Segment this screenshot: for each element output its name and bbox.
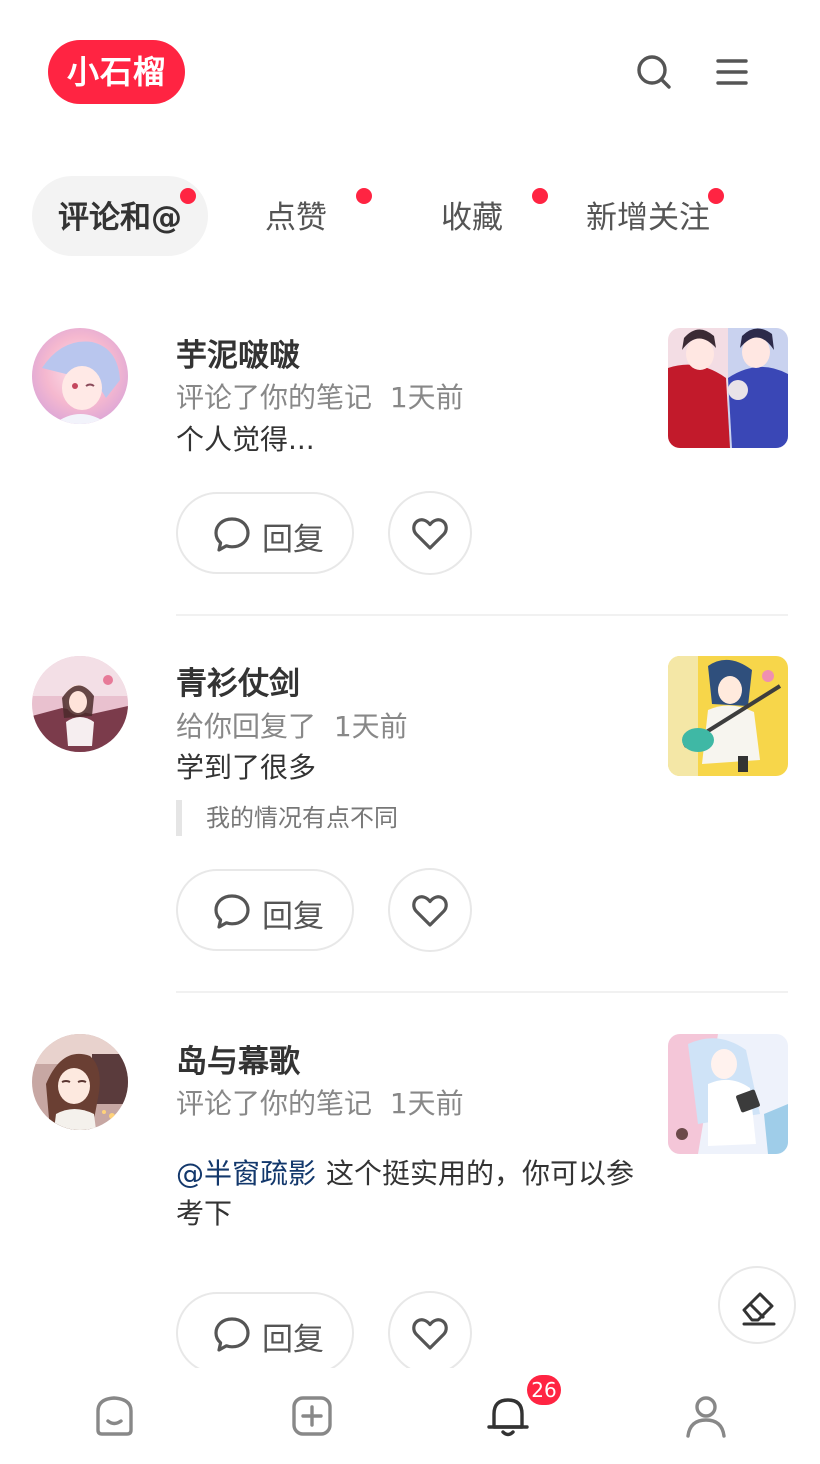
eraser-icon (742, 1292, 776, 1326)
clear-all-button[interactable] (718, 1266, 796, 1344)
bottom-nav (0, 1368, 820, 1464)
comment-icon (214, 517, 250, 552)
username[interactable]: 青衫仗剑 (176, 658, 300, 703)
tab-label: 点赞 (265, 200, 327, 236)
like-button[interactable] (388, 491, 472, 575)
reply-button[interactable]: 回复 (176, 869, 354, 951)
search-icon[interactable] (632, 50, 676, 94)
note-thumbnail[interactable] (668, 656, 788, 776)
comment-icon (214, 894, 250, 929)
notification-meta: 给你回复了 1天前 (176, 705, 408, 745)
tab-label: 收藏 (441, 200, 503, 236)
tab-label: 新增关注 (586, 200, 710, 236)
note-thumbnail[interactable] (668, 1034, 788, 1154)
home-icon[interactable] (93, 1394, 137, 1438)
menu-icon[interactable] (710, 50, 754, 94)
unread-dot (532, 188, 548, 204)
comment-text: @半窗疏影 这个挺实用的，你可以参考下 (176, 1154, 646, 1234)
notification-count-badge: 26 (527, 1375, 561, 1405)
avatar[interactable] (32, 656, 128, 752)
heart-icon (412, 518, 448, 550)
comment-text: 学到了很多 (176, 751, 317, 784)
quoted-comment: 我的情况有点不同 (176, 800, 398, 836)
heart-icon (412, 895, 448, 927)
action-text: 评论了你的笔记 (176, 381, 373, 414)
action-text: 给你回复了 (176, 710, 317, 743)
divider (176, 614, 788, 616)
notification-meta: 评论了你的笔记 1天前 (176, 376, 464, 416)
action-text: 评论了你的笔记 (176, 1087, 373, 1120)
username[interactable]: 岛与幕歌 (176, 1036, 300, 1081)
tab-comments-mentions[interactable]: 评论和@ (32, 176, 208, 256)
notification-tabs: 评论和@ 点赞 收藏 新增关注 (0, 176, 820, 256)
header: 小石榴 (0, 0, 820, 140)
timestamp: 1天前 (389, 381, 464, 414)
reply-button[interactable]: 回复 (176, 492, 354, 574)
app-logo[interactable]: 小石榴 (48, 40, 185, 104)
tab-new-followers[interactable]: 新增关注 (572, 176, 724, 256)
tab-favorites[interactable]: 收藏 (412, 176, 548, 256)
bell-icon[interactable] (486, 1394, 530, 1438)
user-icon[interactable] (684, 1394, 728, 1438)
reply-label: 回复 (262, 899, 324, 935)
add-icon[interactable] (290, 1394, 334, 1438)
unread-dot (180, 188, 196, 204)
comment-icon (214, 1317, 250, 1352)
divider (176, 991, 788, 993)
note-thumbnail[interactable] (668, 328, 788, 448)
like-button[interactable] (388, 868, 472, 952)
like-button[interactable] (388, 1291, 472, 1375)
timestamp: 1天前 (389, 1087, 464, 1120)
notification-meta: 评论了你的笔记 1天前 (176, 1082, 464, 1122)
username[interactable]: 芋泥啵啵 (176, 330, 300, 375)
avatar[interactable] (32, 328, 128, 424)
reply-button[interactable]: 回复 (176, 1292, 354, 1374)
tab-likes[interactable]: 点赞 (236, 176, 372, 256)
heart-icon (412, 1318, 448, 1350)
reply-label: 回复 (262, 522, 324, 558)
reply-label: 回复 (262, 1322, 324, 1358)
comment-text: 个人觉得... (176, 423, 315, 456)
timestamp: 1天前 (333, 710, 408, 743)
unread-dot (708, 188, 724, 204)
mention-link[interactable]: @半窗疏影 (176, 1157, 316, 1190)
unread-dot (356, 188, 372, 204)
tab-label: 评论和@ (58, 200, 182, 236)
avatar[interactable] (32, 1034, 128, 1130)
